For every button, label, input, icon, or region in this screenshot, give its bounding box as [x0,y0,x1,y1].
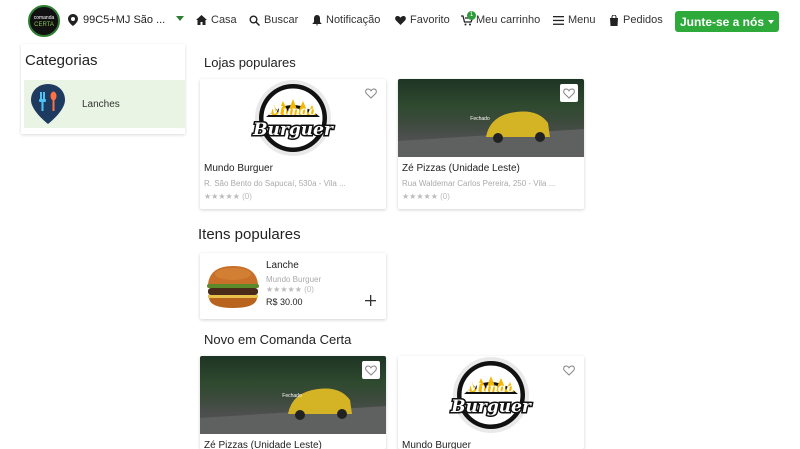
nav-menu-label: Menu [568,14,596,26]
hamburger-menu-icon [553,15,564,25]
app-logo[interactable]: comanda CERTA [28,5,60,37]
section-title-new: Novo em Comanda Certa [204,332,352,347]
category-label: Lanches [82,98,120,110]
store-name: Mundo Burguer [402,440,471,449]
rating-count: (0) [242,192,252,201]
star-icons: ★★★★★ [402,192,438,201]
mundo-burguer-logo: Mundo Burguer [251,80,335,156]
location-pin-icon [68,14,78,26]
plus-icon [365,295,376,306]
home-icon [196,15,207,25]
nav-menu[interactable]: Menu [553,14,596,26]
add-to-cart-button[interactable] [365,294,376,310]
closed-label: Fechado [470,116,490,122]
store-image-ze-pizzas: Fechado [200,356,386,434]
search-icon [249,15,260,26]
store-name: Mundo Burguer [204,163,273,174]
rating-count: (0) [440,192,450,201]
cart-icon-wrapper: 1 [461,10,476,26]
cart-count-badge: 1 [467,10,476,20]
sidebar-item-lanches[interactable]: Lanches [24,80,185,128]
address-selector[interactable]: 99C5+MJ São ... [68,14,184,26]
address-text: 99C5+MJ São ... [83,14,166,26]
store-image-mundo-burguer: Mundo Burguer [200,79,386,157]
favorite-button[interactable] [362,84,380,102]
join-button-label: Junte-se a nós [679,14,765,29]
store-card[interactable]: Fechado Zé Pizzas (Unidade Leste) [200,356,386,449]
logo-text-top: comanda [33,14,55,21]
item-name: Lanche [266,260,299,271]
store-card[interactable]: Mundo Burguer Mundo Burguer R. São Bento… [200,79,386,209]
favorite-button[interactable] [362,361,380,379]
store-image-ze-pizzas: Fechado [398,79,584,157]
section-title-popular-items: Itens populares [198,226,301,243]
item-price: R$ 30.00 [266,297,303,307]
rating-stars: ★★★★★ (0) [204,192,252,201]
star-icons: ★★★★★ [266,285,302,294]
rating-stars: ★★★★★ (0) [402,192,450,201]
section-title-popular-stores: Lojas populares [204,55,296,70]
nav-home-label: Casa [211,14,237,26]
bell-icon [312,14,322,25]
heart-outline-icon [563,87,575,99]
favorite-button[interactable] [560,84,578,102]
mundo-burguer-logo: Mundo Burguer [449,357,533,433]
nav-orders-label: Pedidos [623,14,663,26]
yellow-car-photo: Fechado [398,111,584,157]
store-image-mundo-burguer: Mundo Burguer [398,356,584,434]
nav-favorite-label: Favorito [410,14,450,26]
chevron-down-icon [768,19,775,24]
sidebar-title: Categorias [25,52,98,69]
heart-outline-icon [365,364,377,376]
nav-favorite[interactable]: Favorito [395,14,450,26]
store-address: Rua Waldemar Carlos Pereira, 250 - Vila … [402,179,556,188]
logo-word-bottom: Burguer [252,120,334,140]
closed-label: Fechado [282,393,302,399]
store-card[interactable]: Mundo Burguer Mundo Burguer [398,356,584,449]
heart-icon [395,16,406,25]
nav-search[interactable]: Buscar [249,14,298,26]
cutlery-pin-icon [31,84,65,124]
heart-outline-icon [365,87,377,99]
store-name: Zé Pizzas (Unidade Leste) [402,163,520,174]
nav-notification-label: Notificação [326,14,381,26]
yellow-car-photo: Fechado [200,388,386,434]
logo-word-top: Mundo [268,104,316,118]
nav-home[interactable]: Casa [196,14,237,26]
nav-cart-label: Meu carrinho [476,14,541,26]
chevron-down-icon[interactable] [176,16,184,21]
favorite-button[interactable] [560,361,578,379]
nav-cart[interactable]: 1 Meu carrinho [461,10,541,26]
nav-search-label: Buscar [264,14,299,26]
logo-word-bottom: Burguer [450,397,532,417]
nav-orders[interactable]: Pedidos [609,14,663,26]
item-store: Mundo Burguer [266,275,322,284]
logo-word-top: Mundo [466,381,514,395]
rating-count: (0) [304,285,314,294]
nav-notification[interactable]: Notificação [312,14,380,26]
item-card[interactable]: Lanche Mundo Burguer ★★★★★ (0) R$ 30.00 [200,253,386,319]
join-button[interactable]: Junte-se a nós [675,11,779,32]
burger-photo [207,266,259,308]
heart-outline-icon [563,364,575,376]
store-card[interactable]: Fechado Zé Pizzas (Unidade Leste) Rua Wa… [398,79,584,209]
store-name: Zé Pizzas (Unidade Leste) [204,440,322,449]
categories-sidebar: Categorias Lanches [21,44,185,134]
star-icons: ★★★★★ [204,192,240,201]
top-navbar: comanda CERTA 99C5+MJ São ... Casa Busca… [0,0,800,44]
rating-stars: ★★★★★ (0) [266,285,314,294]
logo-text-bottom: CERTA [34,21,54,28]
shopping-bag-icon [610,14,618,26]
store-address: R. São Bento do Sapucaí, 530a - Vila ... [204,179,346,188]
